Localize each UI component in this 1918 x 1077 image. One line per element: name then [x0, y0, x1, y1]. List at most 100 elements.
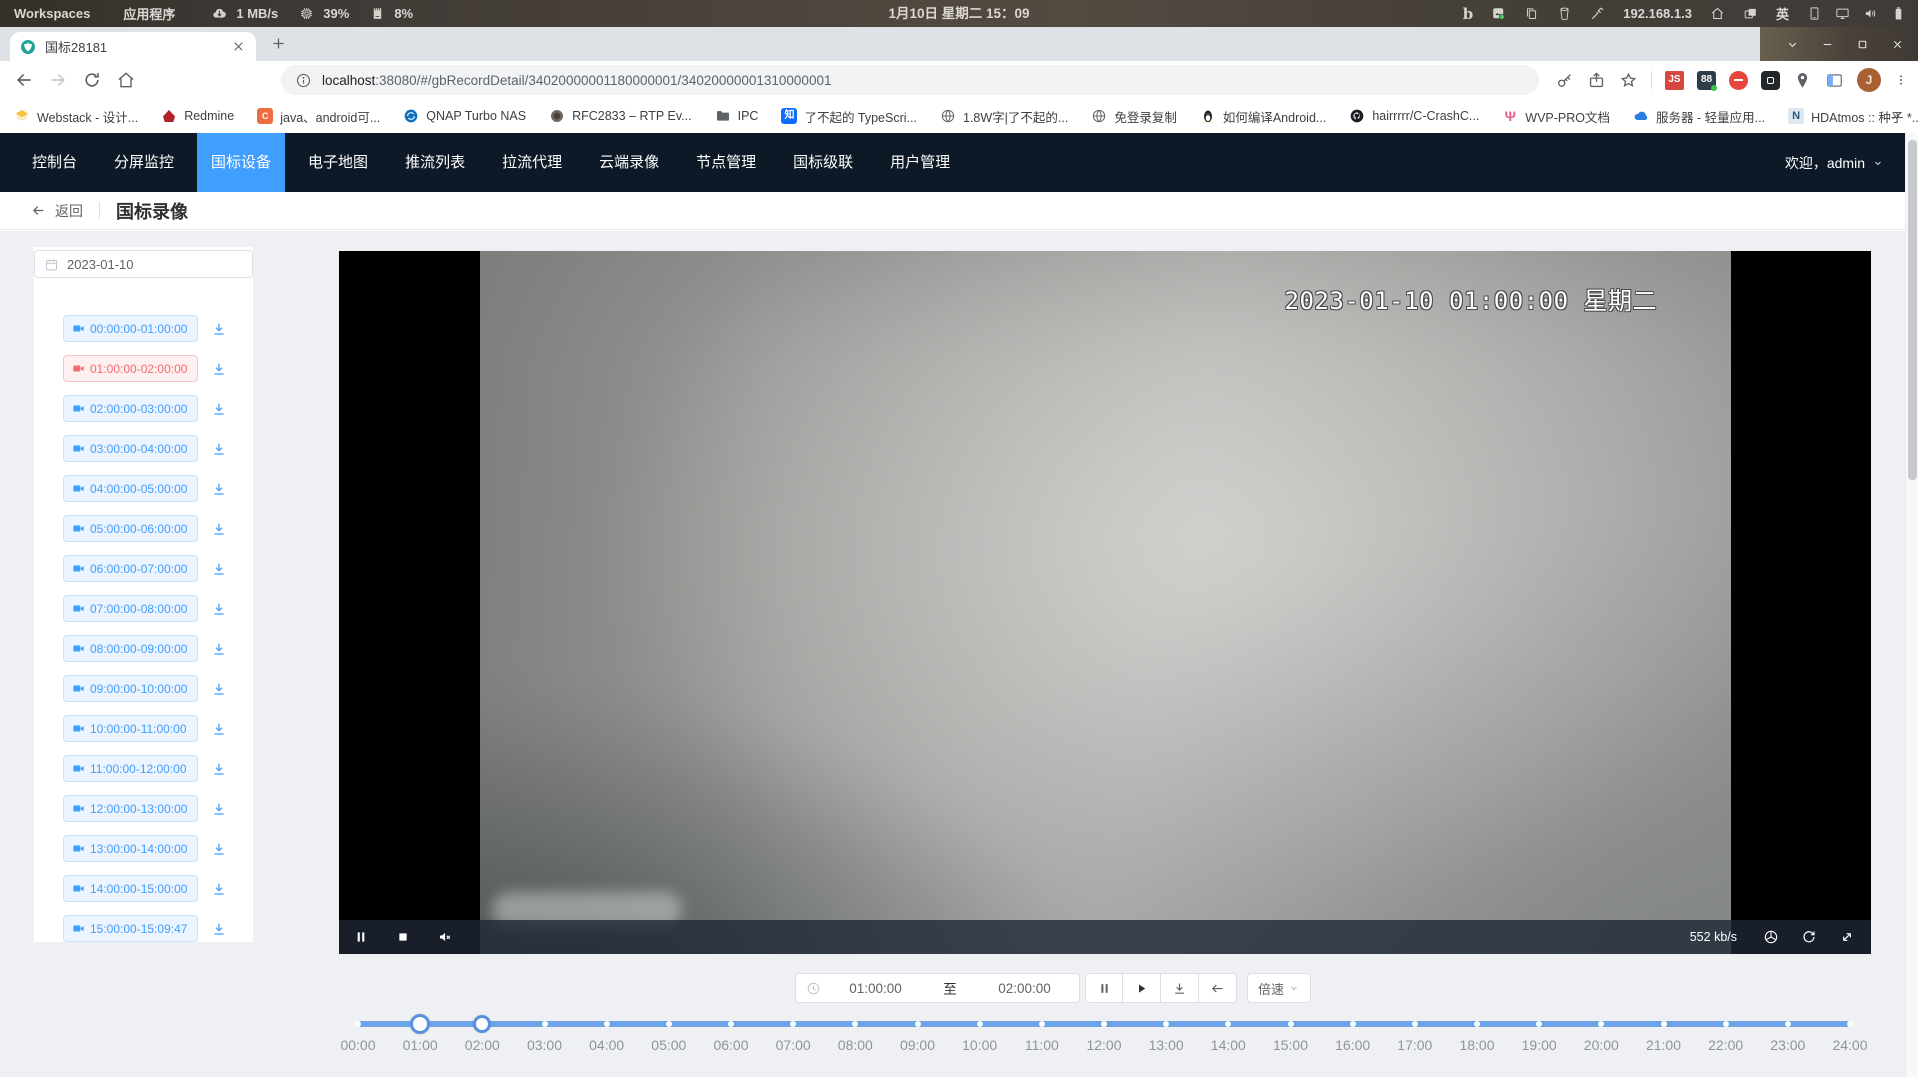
- nav-tab[interactable]: 用户管理: [876, 133, 964, 192]
- snapshot-icon[interactable]: [1763, 929, 1779, 945]
- windows-tray-icon[interactable]: [1743, 6, 1758, 21]
- extension-pin-icon[interactable]: [1793, 71, 1812, 90]
- tab-search-chevron-icon[interactable]: [1786, 38, 1799, 51]
- play-button[interactable]: [1123, 973, 1161, 1003]
- bookmark-item[interactable]: Cjava、android可...: [257, 107, 380, 126]
- bookmarks-overflow-chevron[interactable]: »: [1892, 99, 1900, 133]
- window-minimize-button[interactable]: [1821, 38, 1834, 51]
- back-arrow-icon[interactable]: [30, 202, 47, 219]
- timeline-handle[interactable]: [473, 1015, 491, 1033]
- download-icon[interactable]: [211, 641, 227, 657]
- download-icon[interactable]: [211, 601, 227, 617]
- segment-button[interactable]: 02:00:00-03:00:00: [63, 395, 198, 422]
- download-icon[interactable]: [211, 801, 227, 817]
- bookmark-star-icon[interactable]: [1619, 71, 1638, 90]
- download-icon[interactable]: [211, 561, 227, 577]
- download-icon[interactable]: [211, 921, 227, 937]
- share-icon[interactable]: [1587, 71, 1606, 90]
- caffeine-tray-icon[interactable]: [1557, 6, 1572, 21]
- download-icon[interactable]: [211, 321, 227, 337]
- segment-button[interactable]: 09:00:00-10:00:00: [63, 675, 198, 702]
- bookmark-item[interactable]: 免登录复制: [1091, 107, 1177, 126]
- screenshot-app-tray-icon[interactable]: [1491, 6, 1506, 21]
- device-tray-icon[interactable]: [1807, 6, 1822, 21]
- nav-tab[interactable]: 国标级联: [779, 133, 867, 192]
- bookmark-item[interactable]: RFC2833 – RTP Ev...: [549, 108, 692, 124]
- nav-tab[interactable]: 推流列表: [391, 133, 479, 192]
- segment-button[interactable]: 14:00:00-15:00:00: [63, 875, 198, 902]
- bookmark-item[interactable]: Webstack - 设计...: [14, 107, 138, 126]
- nav-tab[interactable]: 节点管理: [682, 133, 770, 192]
- player-stop-icon[interactable]: [395, 929, 411, 945]
- playback-speed-dropdown[interactable]: 倍速: [1247, 973, 1311, 1003]
- bookmark-item[interactable]: 1.8W字|了不起的...: [940, 107, 1068, 126]
- display-tray-icon[interactable]: [1835, 6, 1850, 21]
- clipboard-tray-icon[interactable]: [1524, 6, 1539, 21]
- window-maximize-button[interactable]: [1856, 38, 1869, 51]
- segment-button[interactable]: 06:00:00-07:00:00: [63, 555, 198, 582]
- segment-button[interactable]: 08:00:00-09:00:00: [63, 635, 198, 662]
- nav-tab[interactable]: 拉流代理: [488, 133, 576, 192]
- nav-tab[interactable]: 控制台: [18, 133, 91, 192]
- bookmark-item[interactable]: QNAP Turbo NAS: [403, 108, 526, 124]
- segment-button[interactable]: 10:00:00-11:00:00: [63, 715, 198, 742]
- color-picker-tray-icon[interactable]: [1590, 6, 1605, 21]
- player-mute-icon[interactable]: [437, 929, 453, 945]
- bing-tray-icon[interactable]: b: [1463, 5, 1474, 23]
- player-refresh-icon[interactable]: [1801, 929, 1817, 945]
- browser-forward-button[interactable]: [48, 70, 68, 90]
- extension-js-icon[interactable]: JS: [1665, 71, 1684, 90]
- segment-button[interactable]: 13:00:00-14:00:00: [63, 835, 198, 862]
- extension-88-icon[interactable]: 88: [1697, 71, 1716, 90]
- bookmark-item[interactable]: 服务器 - 轻量应用...: [1633, 107, 1765, 126]
- segment-button[interactable]: 01:00:00-02:00:00: [63, 355, 198, 382]
- browser-tab[interactable]: 国标28181: [10, 32, 256, 61]
- player-pause-icon[interactable]: [353, 929, 369, 945]
- nav-tab[interactable]: 云端录像: [585, 133, 673, 192]
- page-scrollbar[interactable]: [1905, 133, 1918, 1077]
- seek-start-button[interactable]: [1199, 973, 1237, 1003]
- tab-close-icon[interactable]: [231, 39, 246, 54]
- download-icon[interactable]: [211, 521, 227, 537]
- segment-button[interactable]: 07:00:00-08:00:00: [63, 595, 198, 622]
- home-tray-icon[interactable]: [1710, 6, 1725, 21]
- bookmark-item[interactable]: ΨWVP-PRO文档: [1502, 107, 1610, 126]
- download-icon[interactable]: [211, 681, 227, 697]
- download-icon[interactable]: [211, 481, 227, 497]
- profile-avatar[interactable]: J: [1857, 68, 1881, 92]
- nav-tab-active[interactable]: 国标设备: [197, 133, 285, 192]
- time-range-input[interactable]: 01:00:00 至 02:00:00: [795, 973, 1080, 1003]
- extension-capture-icon[interactable]: [1761, 71, 1780, 90]
- segment-button[interactable]: 00:00:00-01:00:00: [63, 315, 198, 342]
- timeline-handle[interactable]: [410, 1014, 430, 1034]
- password-manager-icon[interactable]: [1555, 71, 1574, 90]
- download-icon[interactable]: [211, 721, 227, 737]
- segment-button[interactable]: 12:00:00-13:00:00: [63, 795, 198, 822]
- segment-button[interactable]: 03:00:00-04:00:00: [63, 435, 198, 462]
- bookmark-item[interactable]: hairrrrr/C-CrashC...: [1349, 108, 1479, 124]
- bookmark-item[interactable]: IPC: [715, 108, 759, 124]
- pause-button[interactable]: [1085, 973, 1123, 1003]
- scrollbar-thumb[interactable]: [1908, 140, 1917, 480]
- input-method-indicator[interactable]: 英: [1776, 4, 1789, 23]
- browser-reload-button[interactable]: [82, 70, 102, 90]
- segment-button[interactable]: 04:00:00-05:00:00: [63, 475, 198, 502]
- ip-address-label[interactable]: 192.168.1.3: [1623, 6, 1692, 21]
- video-player[interactable]: 2023-01-10 01:00:00 星期二 552 kb/s: [339, 251, 1871, 954]
- bookmark-item[interactable]: Redmine: [161, 108, 234, 124]
- browser-back-button[interactable]: [14, 70, 34, 90]
- fullscreen-icon[interactable]: [1839, 929, 1855, 945]
- download-button[interactable]: [1161, 973, 1199, 1003]
- window-close-button[interactable]: [1891, 38, 1904, 51]
- bookmark-item[interactable]: 如何编译Android...: [1200, 107, 1327, 126]
- side-panel-icon[interactable]: [1825, 71, 1844, 90]
- nav-tab[interactable]: 电子地图: [294, 133, 382, 192]
- nav-tab[interactable]: 分屏监控: [100, 133, 188, 192]
- bookmark-item[interactable]: 知了不起的 TypeScri...: [781, 107, 917, 126]
- segment-button[interactable]: 15:00:00-15:09:47: [63, 915, 198, 942]
- new-tab-button[interactable]: [270, 35, 287, 52]
- segment-button[interactable]: 05:00:00-06:00:00: [63, 515, 198, 542]
- browser-menu-icon[interactable]: [1894, 71, 1908, 89]
- download-icon[interactable]: [211, 401, 227, 417]
- segment-button[interactable]: 11:00:00-12:00:00: [63, 755, 198, 782]
